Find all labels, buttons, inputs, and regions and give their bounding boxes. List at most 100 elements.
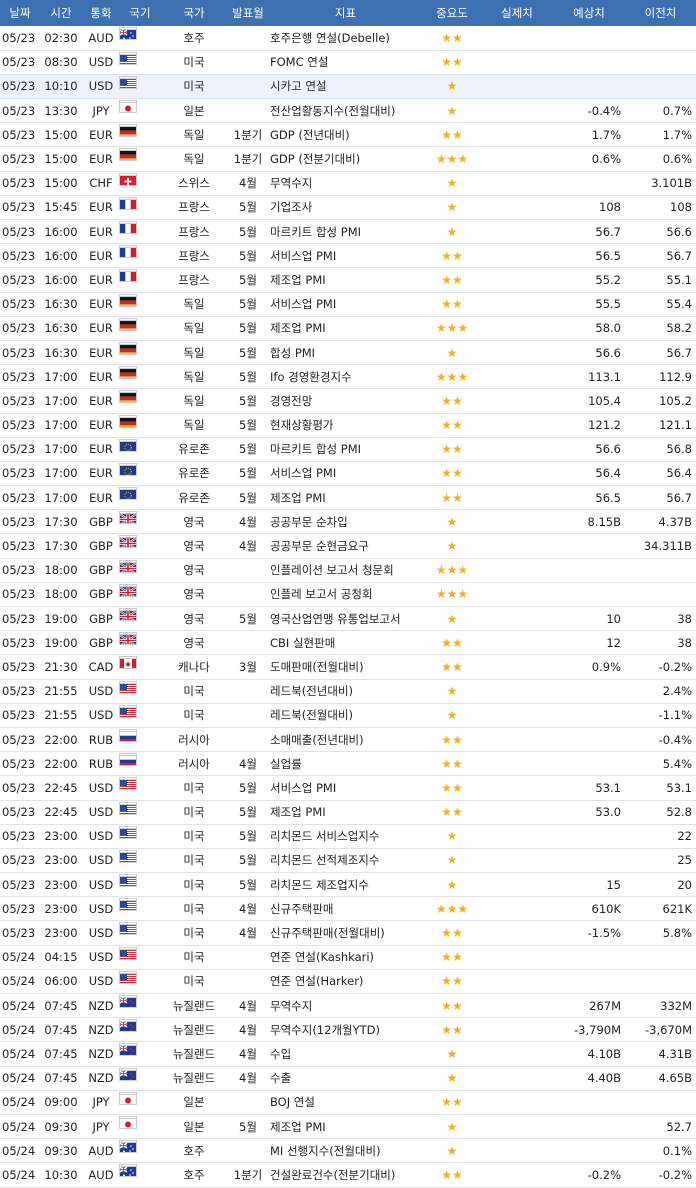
header-time[interactable]: 시간 bbox=[40, 0, 82, 26]
forecast-cell: 56.5 bbox=[595, 490, 621, 505]
table-row[interactable]: 05/23 17:00 EUR 유로존 5월 서비스업 PMI ★★ 56.4 56.4 bbox=[0, 461, 696, 486]
table-row[interactable]: 05/23 02:30 AUD 호주 호주은행 연설(Debelle) ★★ bbox=[0, 26, 696, 51]
flag-cell bbox=[120, 1020, 136, 1032]
header-flag[interactable]: 국기 bbox=[120, 0, 160, 26]
table-row[interactable]: 05/23 13:30 JPY 일본 전산업활동지수(전월대비) ★ -0.4% 0.7% bbox=[0, 99, 696, 123]
importance-stars: ★ bbox=[423, 534, 481, 558]
table-row[interactable]: 05/23 19:00 GBP 영국 5월 영국산업연맹 유통업보고서 ★ 10 38 bbox=[0, 607, 696, 631]
flag-cell bbox=[120, 367, 136, 379]
time-cell: 23:00 bbox=[44, 853, 78, 868]
table-row[interactable]: 05/24 04:15 USD 미국 연준 연설(Kashkari) ★★ bbox=[0, 945, 696, 970]
importance-stars: ★ bbox=[423, 220, 481, 244]
country-cell: 독일 bbox=[183, 393, 205, 408]
period-cell: 5월 bbox=[239, 853, 257, 868]
table-row[interactable]: 05/23 21:55 USD 미국 레드북(전년대비) ★ 2.4% bbox=[0, 679, 696, 704]
forecast-cell: -3,790M bbox=[574, 1022, 621, 1037]
table-row[interactable]: 05/24 10:30 AUD 호주 1분기 건설완료건수(전분기대비) ★★ -0.2% -0… bbox=[0, 1163, 696, 1187]
table-row[interactable]: 05/24 06:00 USD 미국 연준 연설(Harker) ★★ bbox=[0, 969, 696, 994]
table-row[interactable]: 05/23 16:00 EUR 프랑스 5월 마르키트 합성 PMI ★ 56.7 56.6 bbox=[0, 220, 696, 244]
table-row[interactable]: 05/23 17:30 GBP 영국 4월 공공부문 순차입 ★ 8.15B 4.37B bbox=[0, 510, 696, 534]
table-row[interactable]: 05/24 09:30 AUD 호주 MI 선행지수(전월대비) ★ 0.1% bbox=[0, 1139, 696, 1163]
table-row[interactable]: 05/23 16:00 EUR 프랑스 5월 서비스업 PMI ★★ 56.5 56.7 bbox=[0, 244, 696, 268]
table-row[interactable]: 05/23 21:55 USD 미국 레드북(전월대비) ★ -1.1% bbox=[0, 703, 696, 728]
period-cell: 5월 bbox=[239, 829, 257, 844]
table-row[interactable]: 05/23 23:00 USD 미국 5월 리치몬드 서비스업지수 ★ 22 bbox=[0, 824, 696, 849]
indicator-cell: 현재상황평가 bbox=[270, 418, 334, 433]
time-cell: 09:30 bbox=[44, 1143, 78, 1158]
previous-cell: -0.2% bbox=[658, 659, 692, 674]
indicator-cell: 서비스업 PMI bbox=[270, 248, 337, 263]
table-row[interactable]: 05/23 16:30 EUR 독일 5월 제조업 PMI ★★★ 58.0 58.2 bbox=[0, 316, 696, 341]
previous-cell: 22 bbox=[677, 829, 692, 844]
header-period[interactable]: 발표월 bbox=[228, 0, 268, 26]
table-row[interactable]: 05/24 07:45 NZD 뉴질랜드 4월 무역수지 ★★ 267M 332M bbox=[0, 994, 696, 1018]
us-flag-icon bbox=[120, 877, 136, 887]
forecast-cell: 53.0 bbox=[595, 805, 621, 820]
previous-cell: 1.7% bbox=[662, 127, 692, 142]
country-cell: 뉴질랜드 bbox=[172, 1022, 216, 1037]
indicator-cell: 시카고 연설 bbox=[270, 79, 327, 94]
table-row[interactable]: 05/23 18:00 GBP 영국 인플레 보고서 공청회 ★★★ bbox=[0, 582, 696, 607]
currency-cell: GBP bbox=[89, 635, 113, 650]
table-row[interactable]: 05/23 23:00 USD 미국 5월 리치몬드 선적제조지수 ★ 25 bbox=[0, 848, 696, 873]
indicator-cell: 인플레이션 보고서 청문회 bbox=[270, 563, 394, 578]
actual-cell bbox=[481, 195, 553, 219]
table-row[interactable]: 05/23 15:00 CHF 스위스 4월 무역수지 ★ 3.101B bbox=[0, 171, 696, 196]
table-row[interactable]: 05/23 23:00 USD 미국 5월 리치몬드 제조업지수 ★ 15 20 bbox=[0, 873, 696, 897]
table-row[interactable]: 05/23 22:45 USD 미국 5월 제조업 PMI ★★ 53.0 52.8 bbox=[0, 800, 696, 825]
table-row[interactable]: 05/23 22:45 USD 미국 5월 서비스업 PMI ★★ 53.1 53.1 bbox=[0, 776, 696, 800]
header-currency[interactable]: 통화 bbox=[82, 0, 120, 26]
table-row[interactable]: 05/23 16:00 EUR 프랑스 5월 제조업 PMI ★★ 55.2 55.1 bbox=[0, 268, 696, 293]
table-row[interactable]: 05/23 17:00 EUR 독일 5월 Ifo 경영환경지수 ★★★ 113.1 112.9 bbox=[0, 365, 696, 389]
actual-cell bbox=[481, 873, 553, 897]
table-row[interactable]: 05/24 09:00 JPY 일본 BOJ 연설 ★★ bbox=[0, 1090, 696, 1115]
table-row[interactable]: 05/24 07:45 NZD 뉴질랜드 4월 수입 ★ 4.10B 4.31B bbox=[0, 1042, 696, 1067]
indicator-cell: 마르키트 합성 PMI bbox=[270, 224, 362, 239]
table-row[interactable]: 05/24 07:45 NZD 뉴질랜드 4월 수출 ★ 4.40B 4.65B bbox=[0, 1066, 696, 1091]
table-row[interactable]: 05/23 17:00 EUR 유로존 5월 마르키트 합성 PMI ★★ 56.6 56.8 bbox=[0, 437, 696, 462]
table-row[interactable]: 05/23 08:30 USD 미국 FOMC 연설 ★★ bbox=[0, 50, 696, 75]
star-icon: ★ bbox=[446, 829, 458, 844]
forecast-cell bbox=[553, 848, 625, 872]
star-icon: ★ bbox=[446, 103, 458, 118]
date-cell: 05/23 bbox=[2, 611, 36, 626]
header-actual[interactable]: 실제치 bbox=[481, 0, 553, 26]
table-row[interactable]: 05/23 17:00 EUR 독일 5월 경영전망 ★★ 105.4 105.2 bbox=[0, 389, 696, 413]
table-row[interactable]: 05/23 17:00 EUR 유로존 5월 제조업 PMI ★★ 56.5 56.7 bbox=[0, 486, 696, 510]
period-cell: 1분기 bbox=[233, 127, 263, 142]
country-cell: 독일 bbox=[183, 127, 205, 142]
table-row[interactable]: 05/23 22:00 RUB 러시아 4월 실업률 ★★ 5.4% bbox=[0, 752, 696, 776]
australia-flag-icon bbox=[120, 30, 136, 39]
table-row[interactable]: 05/23 18:00 GBP 영국 인플레이션 보고서 청문회 ★★★ bbox=[0, 558, 696, 583]
time-cell: 17:30 bbox=[44, 514, 78, 529]
table-row[interactable]: 05/23 10:10 USD 미국 시카고 연설 ★ bbox=[0, 74, 696, 99]
header-previous[interactable]: 이전치 bbox=[625, 0, 696, 26]
table-row[interactable]: 05/23 15:45 EUR 프랑스 5월 기업조사 ★ 108 108 bbox=[0, 195, 696, 220]
time-cell: 22:45 bbox=[44, 780, 78, 795]
table-row[interactable]: 05/23 22:00 RUB 러시아 소매매출(전년대비) ★★ -0.4% bbox=[0, 727, 696, 752]
header-country[interactable]: 국가 bbox=[160, 0, 228, 26]
forecast-cell: 4.40B bbox=[587, 1071, 622, 1086]
flag-cell bbox=[120, 246, 136, 258]
table-row[interactable]: 05/24 09:30 JPY 일본 5월 제조업 PMI ★ 52.7 bbox=[0, 1114, 696, 1139]
header-indicator[interactable]: 지표 bbox=[268, 0, 423, 26]
flag-cell bbox=[120, 875, 136, 887]
header-forecast[interactable]: 예상치 bbox=[553, 0, 625, 26]
country-cell: 미국 bbox=[183, 950, 205, 965]
table-row[interactable]: 05/23 23:00 USD 미국 4월 신규주택판매 ★★★ 610K 621K bbox=[0, 897, 696, 921]
table-row[interactable]: 05/23 16:30 EUR 독일 5월 합성 PMI ★ 56.6 56.7 bbox=[0, 340, 696, 365]
us-flag-icon bbox=[120, 973, 136, 983]
table-row[interactable]: 05/23 17:00 EUR 독일 5월 현재상황평가 ★★ 121.2 121.1 bbox=[0, 413, 696, 438]
table-row[interactable]: 05/23 16:30 EUR 독일 5월 서비스업 PMI ★★ 55.5 55.4 bbox=[0, 292, 696, 317]
indicator-cell: 도매판매(전월대비) bbox=[270, 659, 364, 674]
header-importance[interactable]: 중요도 bbox=[423, 0, 481, 26]
table-row[interactable]: 05/23 17:30 GBP 영국 4월 공공부문 순현금요구 ★ 34.311B bbox=[0, 534, 696, 559]
table-row[interactable]: 05/23 15:00 EUR 독일 1분기 GDP (전년대비) ★★ 1.7% 1.7% bbox=[0, 123, 696, 147]
table-row[interactable]: 05/24 07:45 NZD 뉴질랜드 4월 무역수지(12개월YTD) ★★ -3,790… bbox=[0, 1018, 696, 1042]
indicator-cell: 레드북(전년대비) bbox=[270, 684, 354, 699]
table-row[interactable]: 05/23 21:30 CAD 캐나다 3월 도매판매(전월대비) ★★ 0.9% -0.2% bbox=[0, 655, 696, 680]
header-date[interactable]: 날짜 bbox=[0, 0, 40, 26]
table-row[interactable]: 05/23 19:00 GBP 영국 CBI 실현판매 ★★ 12 38 bbox=[0, 631, 696, 655]
table-row[interactable]: 05/23 23:00 USD 미국 4월 신규주택판매(전월대비) ★★ -1.5% 5.8% bbox=[0, 921, 696, 946]
table-row[interactable]: 05/23 15:00 EUR 독일 1분기 GDP (전분기대비) ★★★ 0.6% 0.6% bbox=[0, 147, 696, 172]
